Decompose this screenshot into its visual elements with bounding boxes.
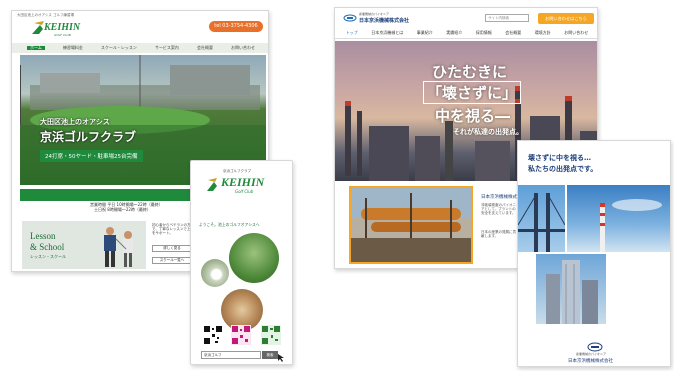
nav-item-contact[interactable]: お問い合わせ [231, 45, 255, 51]
hero-line-1: ひたむきに [432, 63, 508, 81]
corp-nav-bar: トップ 日本京浜機械とは 事業紹介 実績紹介 採用情報 会社概要 環境方針 お問… [335, 29, 597, 39]
corp-brochure-screenshot: 壊さずに中を視る… 私たちの出発点です。 産業機械のパイオニア 日本京浜機械株式… [517, 140, 671, 367]
golf-logo[interactable]: KEIHIN GOLF CLUB [30, 19, 90, 39]
hero-line-3: 中を視る― [435, 107, 511, 125]
plant-photo [349, 186, 473, 264]
brochure-headline-1: 壊さずに中を視る… [528, 154, 591, 162]
hero-band: 24打席・50ヤード・駐車場25台完備 [40, 150, 143, 162]
corp-search-input[interactable]: サイト内検索 [485, 14, 529, 22]
corp-nav-business[interactable]: 事業紹介 [417, 30, 433, 36]
industrial-plant-illustration [351, 188, 471, 262]
mobile-logo-sub: Golf Club [235, 189, 254, 194]
corp-nav-recruit[interactable]: 採用情報 [476, 30, 492, 36]
lesson-title: Lesson [30, 231, 56, 241]
photo-circle-range [229, 233, 279, 283]
lesson-people-photo [104, 227, 133, 267]
corp-company-name: 日本京浜機械株式会社 [359, 18, 410, 24]
qr-code-blog-icon[interactable] [261, 325, 281, 345]
golf-logo-sub: GOLF CLUB [54, 33, 71, 37]
brochure-photo-building [536, 254, 606, 324]
hero-line-2: 「壊さずに」 [423, 81, 522, 104]
cursor-pointer-icon [278, 354, 284, 362]
lesson-banner[interactable]: Lesson & School レッスン・スクール [22, 221, 146, 269]
corp-nav-top[interactable]: トップ [346, 30, 358, 36]
corp-nav-works[interactable]: 実績紹介 [446, 30, 462, 36]
lesson-sub: レッスン・スクール [30, 254, 66, 259]
hero-title: 京浜ゴルフクラブ [40, 130, 137, 144]
more-button-2[interactable]: スクール一覧へ [152, 257, 192, 264]
about-text-2: 日本の産業の発展に貢献します。 [481, 230, 516, 239]
nav-item-company[interactable]: 会社概要 [197, 45, 213, 51]
nav-item-prices[interactable]: 練習場料金 [63, 45, 83, 51]
golf-nav-bar: ホーム 練習場料金 スクール・レッスン サービス案内 会社概要 お問い合わせ [12, 43, 268, 53]
mobile-search-button[interactable]: 検索 [262, 351, 278, 359]
qr-code-instagram-icon[interactable] [231, 325, 251, 345]
corp-nav-environment[interactable]: 環境方針 [535, 30, 551, 36]
golf-logo-text: KEIHIN [44, 22, 81, 33]
bridge-tower-illustration [518, 193, 565, 252]
hero-tagline: 大田区池上のオアシス [40, 118, 110, 126]
about-text: 非破壊検査のパイオニアとして、プラントの安全を支えています。 [481, 203, 516, 216]
corp-nav-contact[interactable]: お問い合わせ [564, 30, 588, 36]
phone-button[interactable]: tel 03-3754-4306 [209, 21, 263, 32]
nav-item-school[interactable]: スクール・レッスン [101, 45, 137, 51]
smokestack-illustration [600, 199, 662, 252]
building-illustration [546, 260, 598, 324]
corp-contact-button[interactable]: お問い合わせはこちら [538, 13, 594, 24]
mobile-logo-text: KEIHIN [221, 175, 265, 189]
company-logo-icon [343, 14, 357, 22]
qr-code-hp-icon[interactable] [203, 325, 223, 345]
brochure-footer-name: 日本京浜機械株式会社 [568, 359, 613, 364]
corp-nav-about[interactable]: 日本京浜機械とは [371, 30, 403, 36]
golf-mobile-screenshot: 京浜ゴルフクラブ KEIHIN Golf Club ようこそ。池上のゴルフオアシ… [190, 160, 293, 365]
photo-circle-ball [201, 259, 229, 287]
nav-item-home[interactable]: ホーム [27, 45, 45, 51]
brochure-footer-small: 産業機械のパイオニア [576, 352, 607, 356]
mobile-welcome: ようこそ。池上のゴルフオアシスへ [199, 222, 260, 227]
top-note: 大田区池上のオアシス ゴルフ練習場 [17, 13, 74, 17]
hours-line-2: 土日祝 8時開場～22時（最終） [94, 207, 151, 212]
brochure-photo-bridge [518, 185, 565, 252]
more-button[interactable]: 詳しく見る [152, 245, 192, 252]
corp-nav-company[interactable]: 会社概要 [505, 30, 521, 36]
mobile-search-input[interactable]: 京浜ゴルフ [201, 351, 261, 359]
lesson-amp: & School [30, 242, 65, 252]
brochure-headline-2: 私たちの出発点です。 [528, 165, 598, 173]
nav-item-services[interactable]: サービス案内 [155, 45, 179, 51]
mobile-header-small: 京浜ゴルフクラブ [223, 169, 251, 173]
company-logo-icon [587, 342, 603, 352]
brochure-photo-sky [567, 185, 670, 252]
hero-line-4: それが私達の出発点。 [453, 128, 523, 136]
